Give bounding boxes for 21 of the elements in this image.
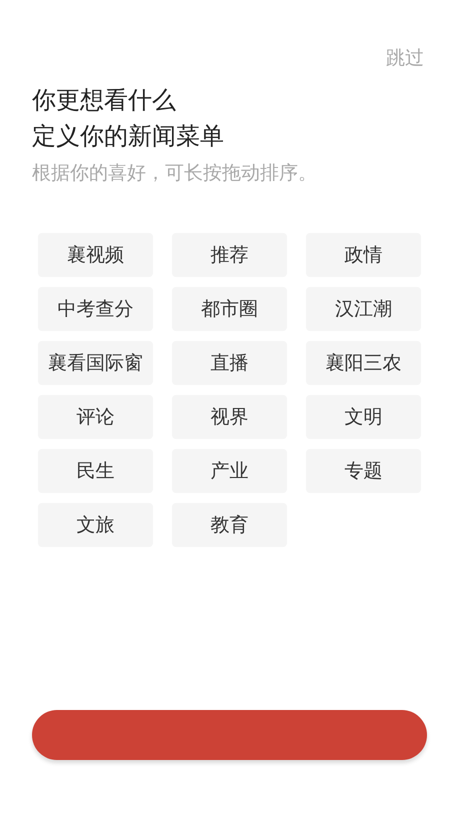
channel-chip[interactable]: 教育 [172, 503, 287, 547]
channel-chip[interactable]: 产业 [172, 449, 287, 493]
subtitle: 根据你的喜好，可长按拖动排序。 [32, 161, 318, 186]
channel-chip[interactable]: 政情 [306, 233, 421, 277]
channel-chip[interactable]: 文明 [306, 395, 421, 439]
channel-chip[interactable]: 中考查分 [38, 287, 153, 331]
confirm-button[interactable] [32, 710, 427, 760]
channel-chip[interactable]: 襄看国际窗 [38, 341, 153, 385]
channel-chip[interactable]: 都市圈 [172, 287, 287, 331]
channel-chip[interactable]: 襄视频 [38, 233, 153, 277]
channel-chip[interactable]: 民生 [38, 449, 153, 493]
channel-chip[interactable]: 评论 [38, 395, 153, 439]
channel-chip[interactable]: 专题 [306, 449, 421, 493]
channel-chip[interactable]: 推荐 [172, 233, 287, 277]
channel-chip[interactable]: 襄阳三农 [306, 341, 421, 385]
page-title: 你更想看什么 [32, 85, 177, 116]
channel-chip[interactable]: 视界 [172, 395, 287, 439]
channel-chip[interactable]: 汉江潮 [306, 287, 421, 331]
channel-chip[interactable]: 文旅 [38, 503, 153, 547]
page-title: 定义你的新闻菜单 [32, 121, 225, 152]
channel-chip[interactable]: 直播 [172, 341, 287, 385]
